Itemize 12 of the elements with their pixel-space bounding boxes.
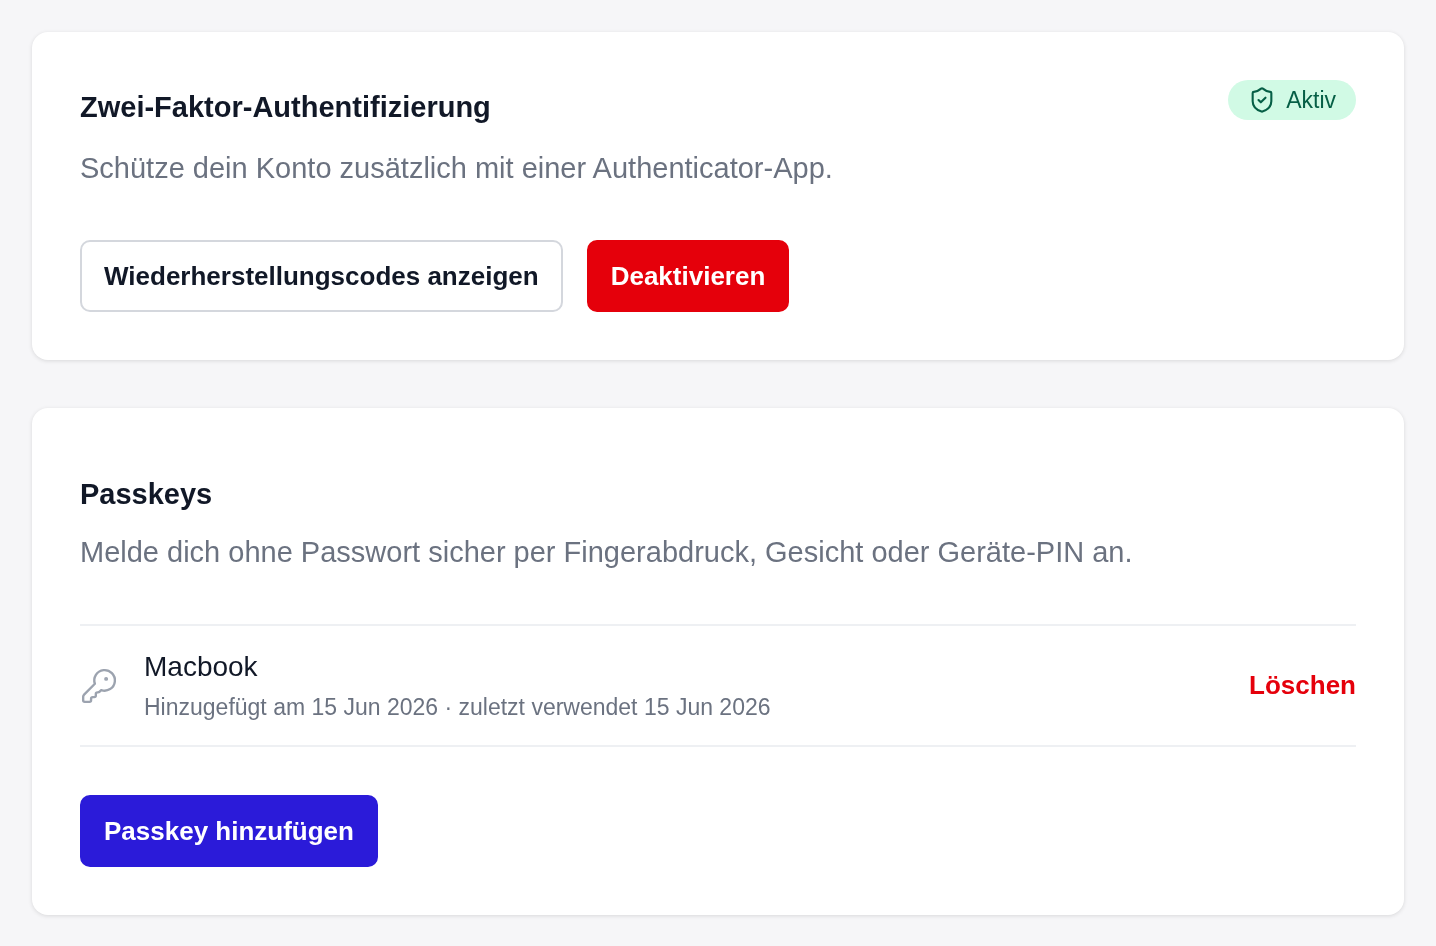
card-title: Passkeys xyxy=(80,477,214,512)
passkey-meta: Hinzugefügt am 15 Jun 2026 · zuletzt verwendet 15 Jun 2026 xyxy=(144,693,771,723)
show-codes-button[interactable]: Wiederherstellungscodes anzeigen xyxy=(80,240,563,312)
key-icon xyxy=(80,666,118,705)
passkey-name: Macbook xyxy=(144,650,258,685)
deactivate-button[interactable]: Deaktivieren xyxy=(586,240,790,312)
card-description: Schütze dein Konto zusätzlich mit einer Authenticator-App. xyxy=(80,150,834,186)
status-label: Aktiv xyxy=(1286,85,1336,115)
card-title: Zwei-Faktor-Authentifizierung xyxy=(80,90,491,125)
delete-link[interactable]: Löschen xyxy=(1249,666,1356,705)
card-description: Melde dich ohne Passwort sicher per Fingerabdruck, Gesicht oder Geräte-PIN an. xyxy=(80,534,1134,570)
add-passkey-button[interactable]: Passkey hinzufügen xyxy=(80,795,378,867)
